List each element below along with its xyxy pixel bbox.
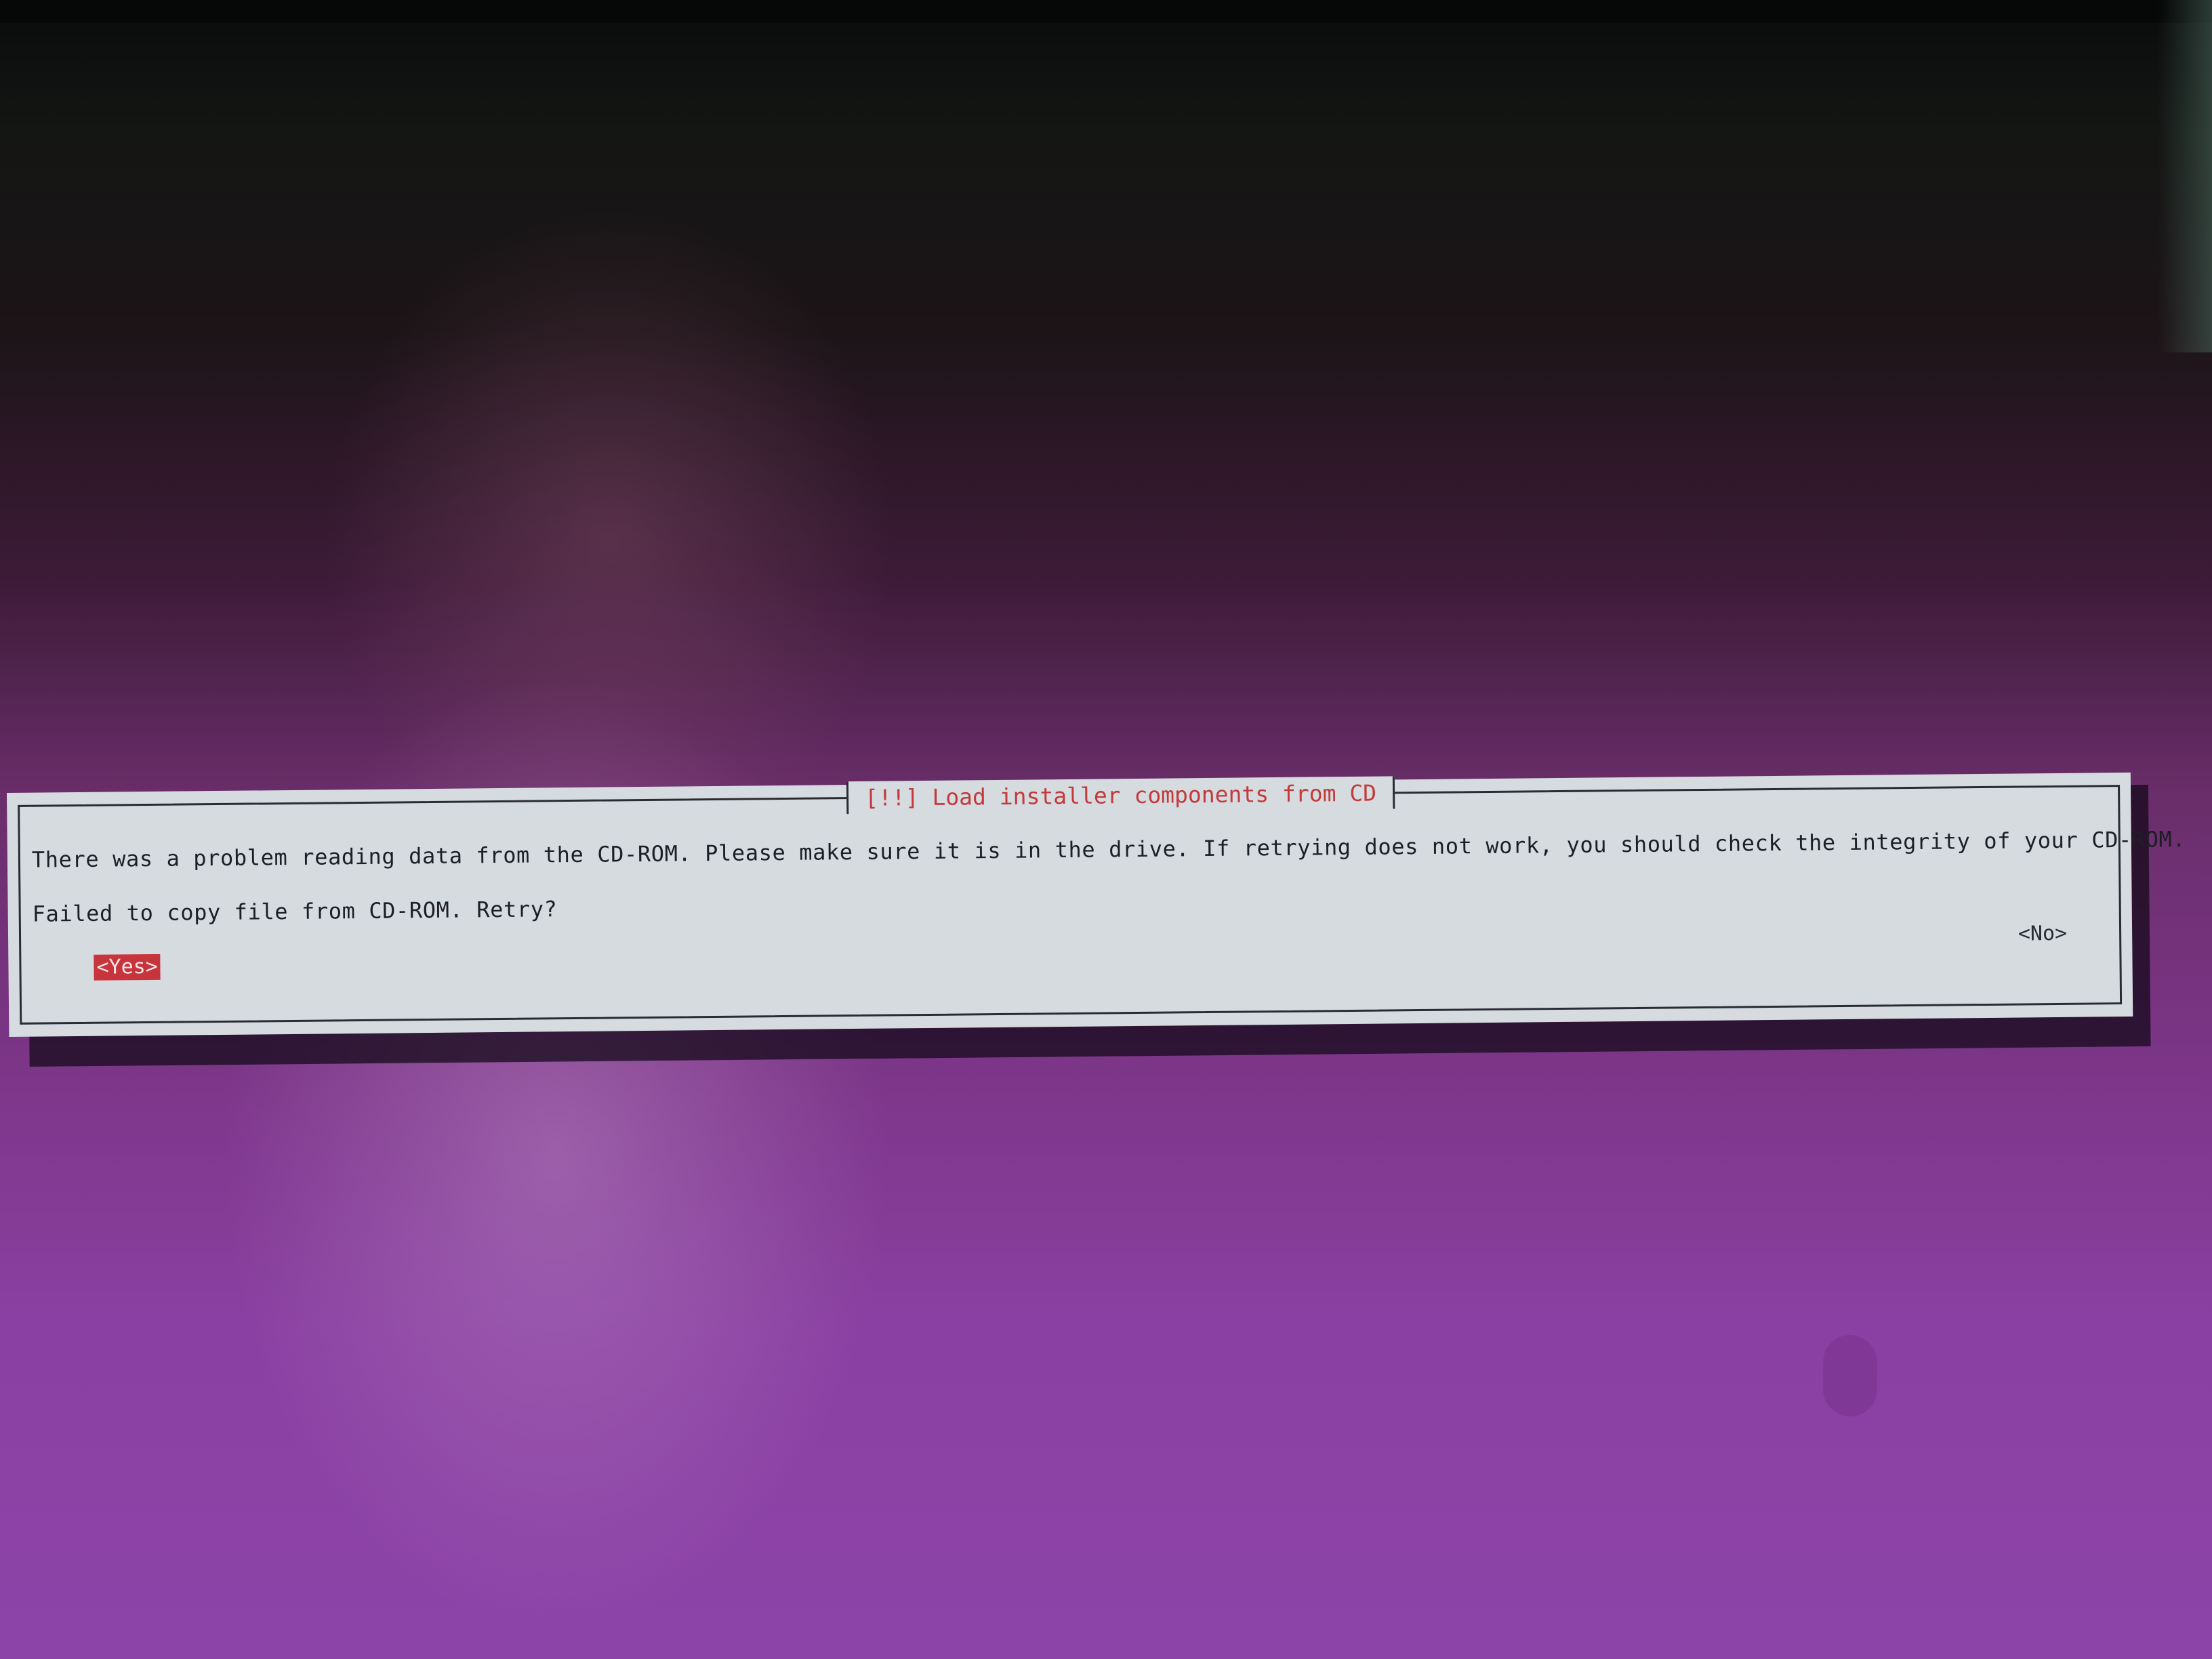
no-button[interactable]: <No>: [2018, 921, 2068, 947]
yes-button[interactable]: <Yes>: [94, 954, 161, 981]
monitor-bezel: [0, 0, 2212, 23]
installer-dialog: [!!] Load installer components from CD T…: [7, 772, 2186, 1037]
bezel-glare: [2158, 0, 2212, 352]
dialog-title: [!!] Load installer components from CD: [846, 776, 1395, 815]
screen-reflection: [1823, 1335, 1877, 1416]
retry-question: Failed to copy file from CD-ROM. Retry?: [32, 896, 558, 927]
